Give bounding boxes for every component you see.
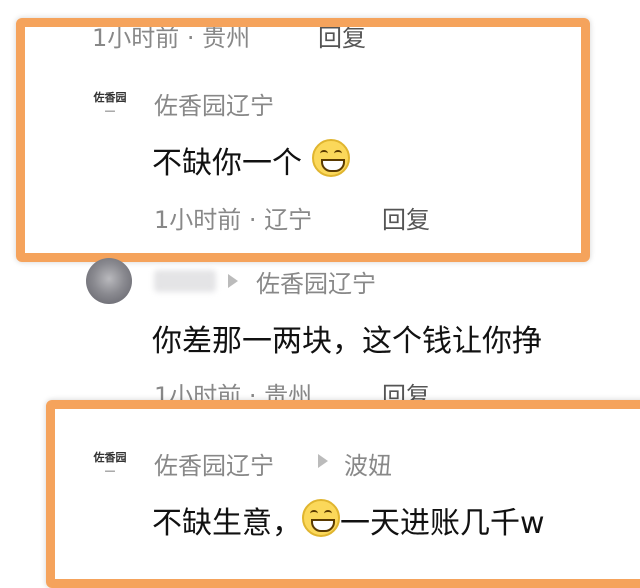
avatar[interactable]: 佐香园 — [84,450,136,490]
reply-button[interactable]: 回复 [382,376,430,400]
comment-time: 1小时前 · 辽宁 [154,206,313,234]
reply-button[interactable]: 回复 [382,200,430,235]
avatar[interactable] [86,258,132,304]
reply-arrow-icon [318,454,328,468]
reply-target-name[interactable]: 佐香园辽宁 [256,264,376,299]
highlight-frame [46,400,640,588]
avatar[interactable]: 佐香园 — [84,90,136,130]
comment-meta-cropped: 1小时前 · 贵州 回复 [150,376,480,400]
grinning-face-icon [311,139,350,177]
username[interactable]: 佐香园辽宁 [154,446,274,481]
comment-text: 不缺你一个 [152,138,350,182]
reply-arrow-icon [228,274,238,288]
blurred-username [154,270,216,292]
comment-text: 你差那一两块，这个钱让你挣 [152,324,542,359]
comment-time: 1小时前 · 贵州 [154,382,313,400]
grinning-face-icon [302,499,340,537]
reply-target-name[interactable]: 波妞 [344,446,392,481]
comment-text: 不缺生意， 一天进账几千w [152,498,545,542]
username[interactable]: 佐香园辽宁 [154,86,274,121]
